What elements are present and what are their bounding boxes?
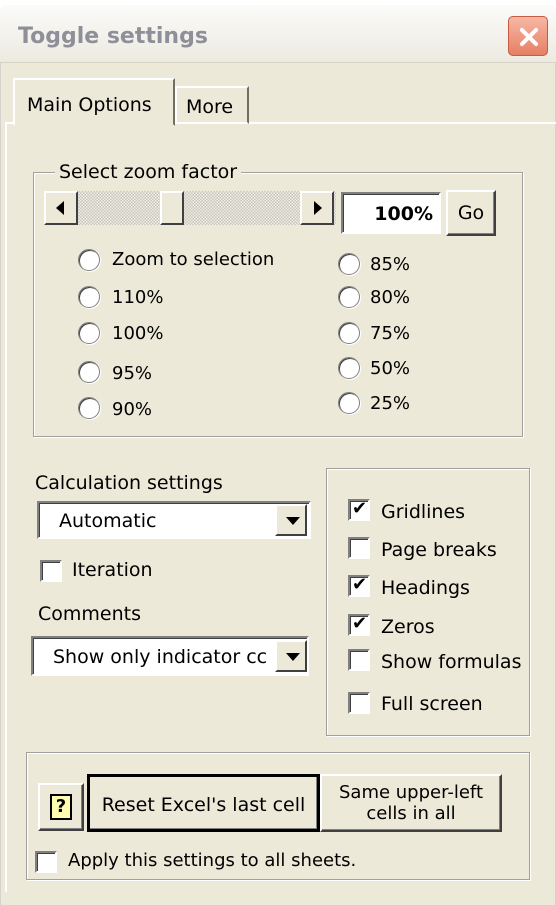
window-title: Toggle settings — [18, 24, 208, 49]
comments-label: Comments — [38, 603, 141, 625]
comments-select[interactable]: Show only indicator cc — [31, 636, 309, 676]
iteration-checkbox[interactable] — [40, 560, 62, 582]
radio-75[interactable] — [338, 322, 360, 344]
radio-zoom-to-selection[interactable] — [78, 249, 100, 271]
checkmark-icon: ✔ — [352, 574, 368, 595]
radio-label: 85% — [370, 254, 411, 275]
radio-85[interactable] — [338, 253, 360, 275]
radio-label: 110% — [112, 287, 164, 308]
tab-main-options[interactable]: Main Options — [13, 78, 175, 126]
radio-label: Zoom to selection — [112, 249, 275, 270]
checkmark-icon: ✔ — [352, 613, 368, 634]
radio-label: 80% — [370, 287, 411, 308]
zoom-scrollbar[interactable] — [44, 191, 336, 225]
go-button[interactable]: Go — [446, 190, 496, 236]
radio-label: 90% — [112, 399, 153, 420]
full-screen-checkbox[interactable] — [348, 692, 370, 714]
show-formulas-label: Show formulas — [381, 651, 522, 673]
arrow-left-icon — [56, 201, 64, 215]
help-button[interactable]: ? — [38, 783, 84, 831]
comments-dropdown-button[interactable] — [275, 640, 307, 672]
zoom-slider-thumb[interactable] — [160, 191, 184, 225]
checkmark-icon: ✔ — [352, 498, 368, 519]
same-upper-left-line2: cells in all — [366, 803, 456, 824]
page-breaks-checkbox[interactable] — [348, 537, 370, 559]
radio-110[interactable] — [78, 286, 100, 308]
radio-90[interactable] — [78, 397, 100, 419]
calculation-mode-select[interactable]: Automatic — [37, 501, 311, 539]
reset-last-cell-button[interactable]: Reset Excel's last cell — [87, 774, 320, 832]
gridlines-checkbox[interactable]: ✔ — [348, 498, 370, 521]
page-breaks-label: Page breaks — [381, 539, 497, 561]
zoom-group-legend: Select zoom factor — [55, 161, 242, 183]
radio-25[interactable] — [338, 392, 360, 414]
zeros-label: Zeros — [381, 616, 435, 638]
chevron-down-icon — [286, 517, 300, 525]
radio-label: 100% — [112, 323, 164, 344]
apply-all-sheets-label: Apply this settings to all sheets. — [68, 850, 357, 871]
radio-100[interactable] — [78, 322, 100, 344]
radio-95[interactable] — [78, 361, 100, 383]
scroll-left-button[interactable] — [44, 191, 78, 225]
scroll-right-button[interactable] — [300, 191, 334, 225]
radio-label: 50% — [370, 358, 411, 379]
headings-label: Headings — [381, 577, 470, 599]
radio-label: 25% — [370, 393, 411, 414]
apply-all-sheets-checkbox[interactable] — [35, 851, 57, 873]
show-formulas-checkbox[interactable] — [348, 649, 370, 671]
chevron-down-icon — [286, 653, 300, 661]
same-upper-left-button[interactable]: Same upper-left cells in all — [320, 774, 502, 832]
gridlines-label: Gridlines — [381, 501, 466, 523]
arrow-right-icon — [314, 201, 322, 215]
same-upper-left-line1: Same upper-left — [338, 782, 484, 803]
zoom-value-field[interactable]: 100% — [341, 192, 441, 234]
radio-label: 95% — [112, 363, 153, 384]
question-mark-icon: ? — [50, 794, 72, 820]
iteration-label: Iteration — [72, 559, 153, 581]
radio-50[interactable] — [338, 357, 360, 379]
radio-label: 75% — [370, 323, 411, 344]
comments-value: Show only indicator cc — [53, 646, 268, 668]
calculation-mode-value: Automatic — [59, 510, 157, 532]
calculation-dropdown-button[interactable] — [275, 504, 307, 536]
tab-more[interactable]: More — [175, 86, 249, 124]
headings-checkbox[interactable]: ✔ — [348, 574, 370, 597]
zeros-checkbox[interactable]: ✔ — [348, 613, 370, 636]
full-screen-label: Full screen — [381, 693, 483, 715]
radio-80[interactable] — [338, 286, 360, 308]
calculation-settings-label: Calculation settings — [35, 472, 223, 494]
close-button[interactable] — [508, 16, 548, 56]
